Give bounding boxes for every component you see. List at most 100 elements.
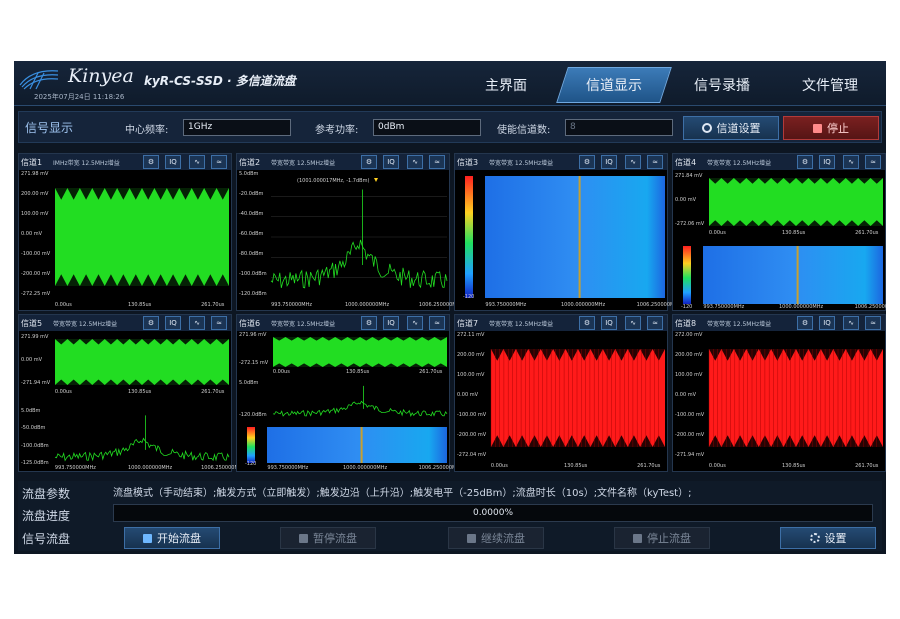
channel-plot [465,176,665,298]
iq-button[interactable]: IQ [601,316,617,330]
streaming-panel: 流盘参数 流盘模式（手动结束）;触发方式（立即触发）;触发边沿（上升沿）;触发电… [18,481,882,551]
gear-icon[interactable]: ⚙ [797,155,813,169]
iq-button[interactable]: IQ [819,316,835,330]
channel-description: IMHz带宽 12.5MHz增益 [53,160,120,167]
play-icon [143,533,152,543]
axis-y-tick: 271.84 mV [675,173,703,179]
gear-icon[interactable]: ⚙ [143,316,159,330]
axis-x-tick: 0.00us [54,389,72,395]
iq-button[interactable]: IQ [383,316,399,330]
axis-x-tick: 130.85us [128,302,152,308]
axis-x-tick: 1000.000000MHz [343,465,388,471]
stream-params-label: 流盘参数 [22,487,71,501]
axis-y-tick: 200.00 mV [675,352,703,358]
wave-icon[interactable]: ∿ [625,155,641,169]
resume-stream-button[interactable]: 继续流盘 [448,527,544,549]
tab-file-management[interactable]: 文件管理 [772,67,886,103]
tab-channel-display[interactable]: 信道显示 [556,67,672,103]
spectrum-icon[interactable]: ≈ [865,155,881,169]
time-domain-plot [709,178,883,226]
axis-y-tick: -100.00 mV [675,412,705,418]
wave-icon[interactable]: ∿ [625,316,641,330]
iq-button[interactable]: IQ [165,155,181,169]
gear-icon[interactable]: ⚙ [797,316,813,330]
channel-header: 信道4 带宽带宽 12.5MHz增益 ⚙ IQ ∿ ≈ [673,154,885,170]
wave-icon[interactable]: ∿ [407,155,423,169]
stop-button[interactable]: 停止 [783,116,879,140]
axis-y-tick: -100.0dBm [239,271,267,277]
spectrum-plot-trace [270,239,448,289]
axis-y-tick: -20.0dBm [239,191,264,197]
enabled-channels-input[interactable]: 8 [565,119,673,136]
spectrum-icon[interactable]: ≈ [429,155,445,169]
stop-stream-button[interactable]: 停止流盘 [614,527,710,549]
wave-icon[interactable]: ∿ [189,155,205,169]
ref-power-label: 参考功率: [315,125,359,136]
spectrum-icon[interactable]: ≈ [647,316,663,330]
center-freq-input[interactable]: 1GHz [183,119,291,136]
iq-button[interactable]: IQ [383,155,399,169]
axis-y-tick: -100.00 mV [457,412,487,418]
color-scale-bar [465,176,473,298]
spectrum-icon[interactable]: ≈ [211,316,227,330]
spectrum-icon[interactable]: ≈ [865,316,881,330]
wave-icon[interactable]: ∿ [843,316,859,330]
spectrum-icon[interactable]: ≈ [647,155,663,169]
time-domain-plot [273,337,447,367]
antenna-icon [701,123,712,133]
axis-y-tick: -120.0dBm [239,412,267,418]
axis-y-tick: 200.00 mV [457,352,485,358]
axis-x-tick: 261.70us [201,389,225,395]
wave-icon[interactable]: ∿ [843,155,859,169]
axis-y-tick: -125.0dBm [21,460,49,466]
tab-main[interactable]: 主界面 [448,67,564,103]
axis-x-tick: 130.85us [128,389,152,395]
gear-icon[interactable]: ⚙ [361,316,377,330]
axis-x-tick: 1006.250000MHz [854,304,886,310]
color-scale-bar [247,427,255,463]
tab-signal-playback[interactable]: 信号录播 [664,67,780,103]
iq-button[interactable]: IQ [819,155,835,169]
axis-x-tick: 261.70us [855,230,879,236]
stop-icon [633,533,642,543]
wave-icon[interactable]: ∿ [189,316,205,330]
axis-x-tick: 0.00us [272,369,290,375]
datetime: 2025年07月24日 11:18:26 [34,93,125,101]
channel-settings-button[interactable]: 信道设置 [683,116,779,140]
marker-readout: (1001.000017MHz, -1.7dBm) [297,178,370,184]
axis-x-tick: 0.00us [708,230,726,236]
axis-y-tick: -271.94 mV [21,380,51,386]
gear-icon[interactable]: ⚙ [361,155,377,169]
channel-plot [708,349,883,447]
time-domain-plot [709,349,883,447]
start-stream-button[interactable]: 开始流盘 [124,527,220,549]
iq-button[interactable]: IQ [601,155,617,169]
axis-x-tick: 130.85us [782,230,806,236]
channel-plot [55,188,229,286]
ref-power-input[interactable]: 0dBm [373,119,481,136]
gear-icon[interactable]: ⚙ [579,316,595,330]
channel-name: 信道4 [675,158,697,167]
color-scale-min: -120 [681,304,693,310]
stream-settings-button[interactable]: 设置 [780,527,876,549]
pause-stream-button[interactable]: 暂停流盘 [280,527,376,549]
spectrum-icon[interactable]: ≈ [211,155,227,169]
toolbar: 信号显示 中心频率: 1GHz 参考功率: 0dBm 使能信道数: 8 信道设置… [18,111,882,143]
axis-y-tick: 0.00 mV [675,392,697,398]
gear-icon[interactable]: ⚙ [579,155,595,169]
wave-icon[interactable]: ∿ [407,316,423,330]
axis-x-tick: 1000.000000MHz [128,465,173,471]
axis-y-tick: 5.0dBm [239,380,259,386]
axis-x-tick: 0.00us [54,302,72,308]
axis-y-tick: 272.00 mV [675,332,703,338]
axis-x-tick: 993.750000MHz [54,465,96,471]
channel-name: 信道5 [21,319,43,328]
waterfall-plot-carrier-line [578,176,581,298]
iq-button[interactable]: IQ [165,316,181,330]
channel-header: 信道5 带宽带宽 12.5MHz增益 ⚙ IQ ∿ ≈ [19,315,231,331]
axis-y-tick: 100.00 mV [675,372,703,378]
spectrum-icon[interactable]: ≈ [429,316,445,330]
stream-params-text: 流盘模式（手动结束）;触发方式（立即触发）;触发边沿（上升沿）;触发电平（-25… [113,488,692,499]
gear-icon[interactable]: ⚙ [143,155,159,169]
stream-progress-bar: 0.0000% [113,504,873,522]
